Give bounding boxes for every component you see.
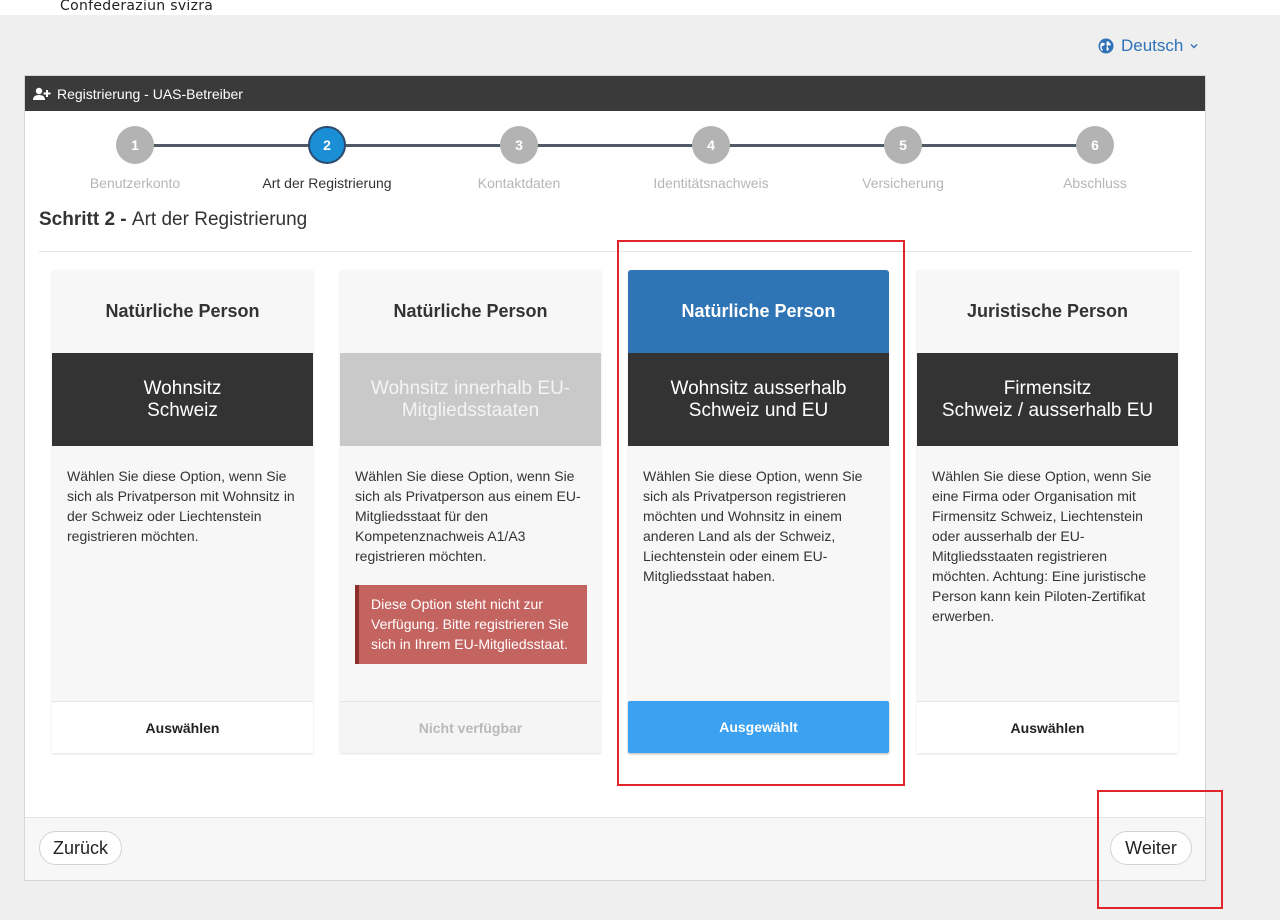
language-label: Deutsch	[1121, 36, 1184, 55]
step-1-circle: 1	[116, 126, 154, 164]
option-card-residence-outside: Natürliche Person Wohnsitz ausserhalb Sc…	[628, 270, 889, 753]
step-4-label: Identitätsnachweis	[653, 175, 769, 191]
card-band-line-1: Wohnsitz ausserhalb	[670, 377, 847, 399]
card-band-line-1: Firmensitz	[1003, 377, 1092, 399]
card-description: Wählen Sie diese Option, wenn Sie sich a…	[643, 468, 863, 584]
card-band: Wohnsitz Schweiz	[52, 353, 313, 446]
card-title: Natürliche Person	[105, 301, 260, 321]
language-selector[interactable]: Deutsch	[1098, 35, 1199, 57]
panel-header: Registrierung - UAS-Betreiber	[25, 76, 1205, 111]
stepper-line	[135, 144, 1095, 147]
step-3-label: Kontaktdaten	[477, 175, 561, 191]
card-band: Wohnsitz ausserhalb Schweiz und EU	[628, 353, 889, 446]
next-button[interactable]: Weiter	[1110, 831, 1192, 865]
step-name: Art der Registrierung	[131, 209, 308, 230]
add-user-icon	[33, 87, 51, 100]
card-description: Wählen Sie diese Option, wenn Sie eine F…	[932, 468, 1152, 624]
card-description: Wählen Sie diese Option, wenn Sie sich a…	[67, 468, 295, 544]
option-card-legal-entity: Juristische Person Firmensitz Schweiz / …	[917, 270, 1178, 753]
card-band-line-2: Schweiz	[147, 399, 218, 421]
selected-button[interactable]: Ausgewählt	[628, 701, 889, 753]
step-3-circle: 3	[500, 126, 538, 164]
card-band-line-1: Wohnsitz innerhalb EU-	[370, 377, 571, 399]
select-button[interactable]: Auswählen	[917, 701, 1178, 753]
step-2-label: Art der Registrierung	[262, 175, 392, 191]
option-card-residence-switzerland: Natürliche Person Wohnsitz Schweiz Wähle…	[52, 270, 313, 753]
step-2-circle: 2	[308, 126, 346, 164]
confederation-text: Confederaziun svizra	[60, 0, 214, 14]
page-title: Schritt 2 - Art der Registrierung	[39, 209, 307, 231]
option-card-residence-eu: Natürliche Person Wohnsitz innerhalb EU-…	[340, 270, 601, 753]
card-band-line-2: Mitgliedsstaaten	[401, 399, 540, 421]
card-description: Wählen Sie diese Option, wenn Sie sich a…	[355, 468, 581, 564]
card-band-line-2: Schweiz / ausserhalb EU	[941, 399, 1154, 421]
card-band-line-1: Wohnsitz	[143, 377, 222, 399]
panel-title: Registrierung - UAS-Betreiber	[57, 85, 243, 102]
card-title: Natürliche Person	[628, 270, 889, 353]
card-title: Natürliche Person	[393, 301, 548, 321]
step-separator: -	[115, 209, 132, 230]
panel-footer: Zurück Weiter	[25, 817, 1205, 880]
step-6-label: Abschluss	[1063, 175, 1127, 191]
card-band: Wohnsitz innerhalb EU- Mitgliedsstaaten	[340, 353, 601, 446]
card-band: Firmensitz Schweiz / ausserhalb EU	[917, 353, 1178, 446]
select-button[interactable]: Auswählen	[52, 701, 313, 753]
unavailable-button: Nicht verfügbar	[340, 701, 601, 753]
chevron-down-icon	[1190, 44, 1198, 49]
registration-panel: Registrierung - UAS-Betreiber 1 2 3 4 5 …	[24, 75, 1206, 881]
step-4-circle: 4	[692, 126, 730, 164]
card-band-line-2: Schweiz und EU	[688, 399, 829, 421]
step-6-circle: 6	[1076, 126, 1114, 164]
unavailable-alert: Diese Option steht nicht zur Verfügung. …	[355, 585, 587, 664]
back-button[interactable]: Zurück	[39, 831, 122, 865]
globe-icon	[1098, 38, 1114, 54]
divider	[39, 251, 1192, 252]
card-title: Juristische Person	[966, 301, 1129, 321]
step-5-circle: 5	[884, 126, 922, 164]
step-1-label: Benutzerkonto	[89, 175, 181, 191]
step-5-label: Versicherung	[862, 175, 944, 191]
step-number: Schritt 2	[39, 209, 116, 230]
